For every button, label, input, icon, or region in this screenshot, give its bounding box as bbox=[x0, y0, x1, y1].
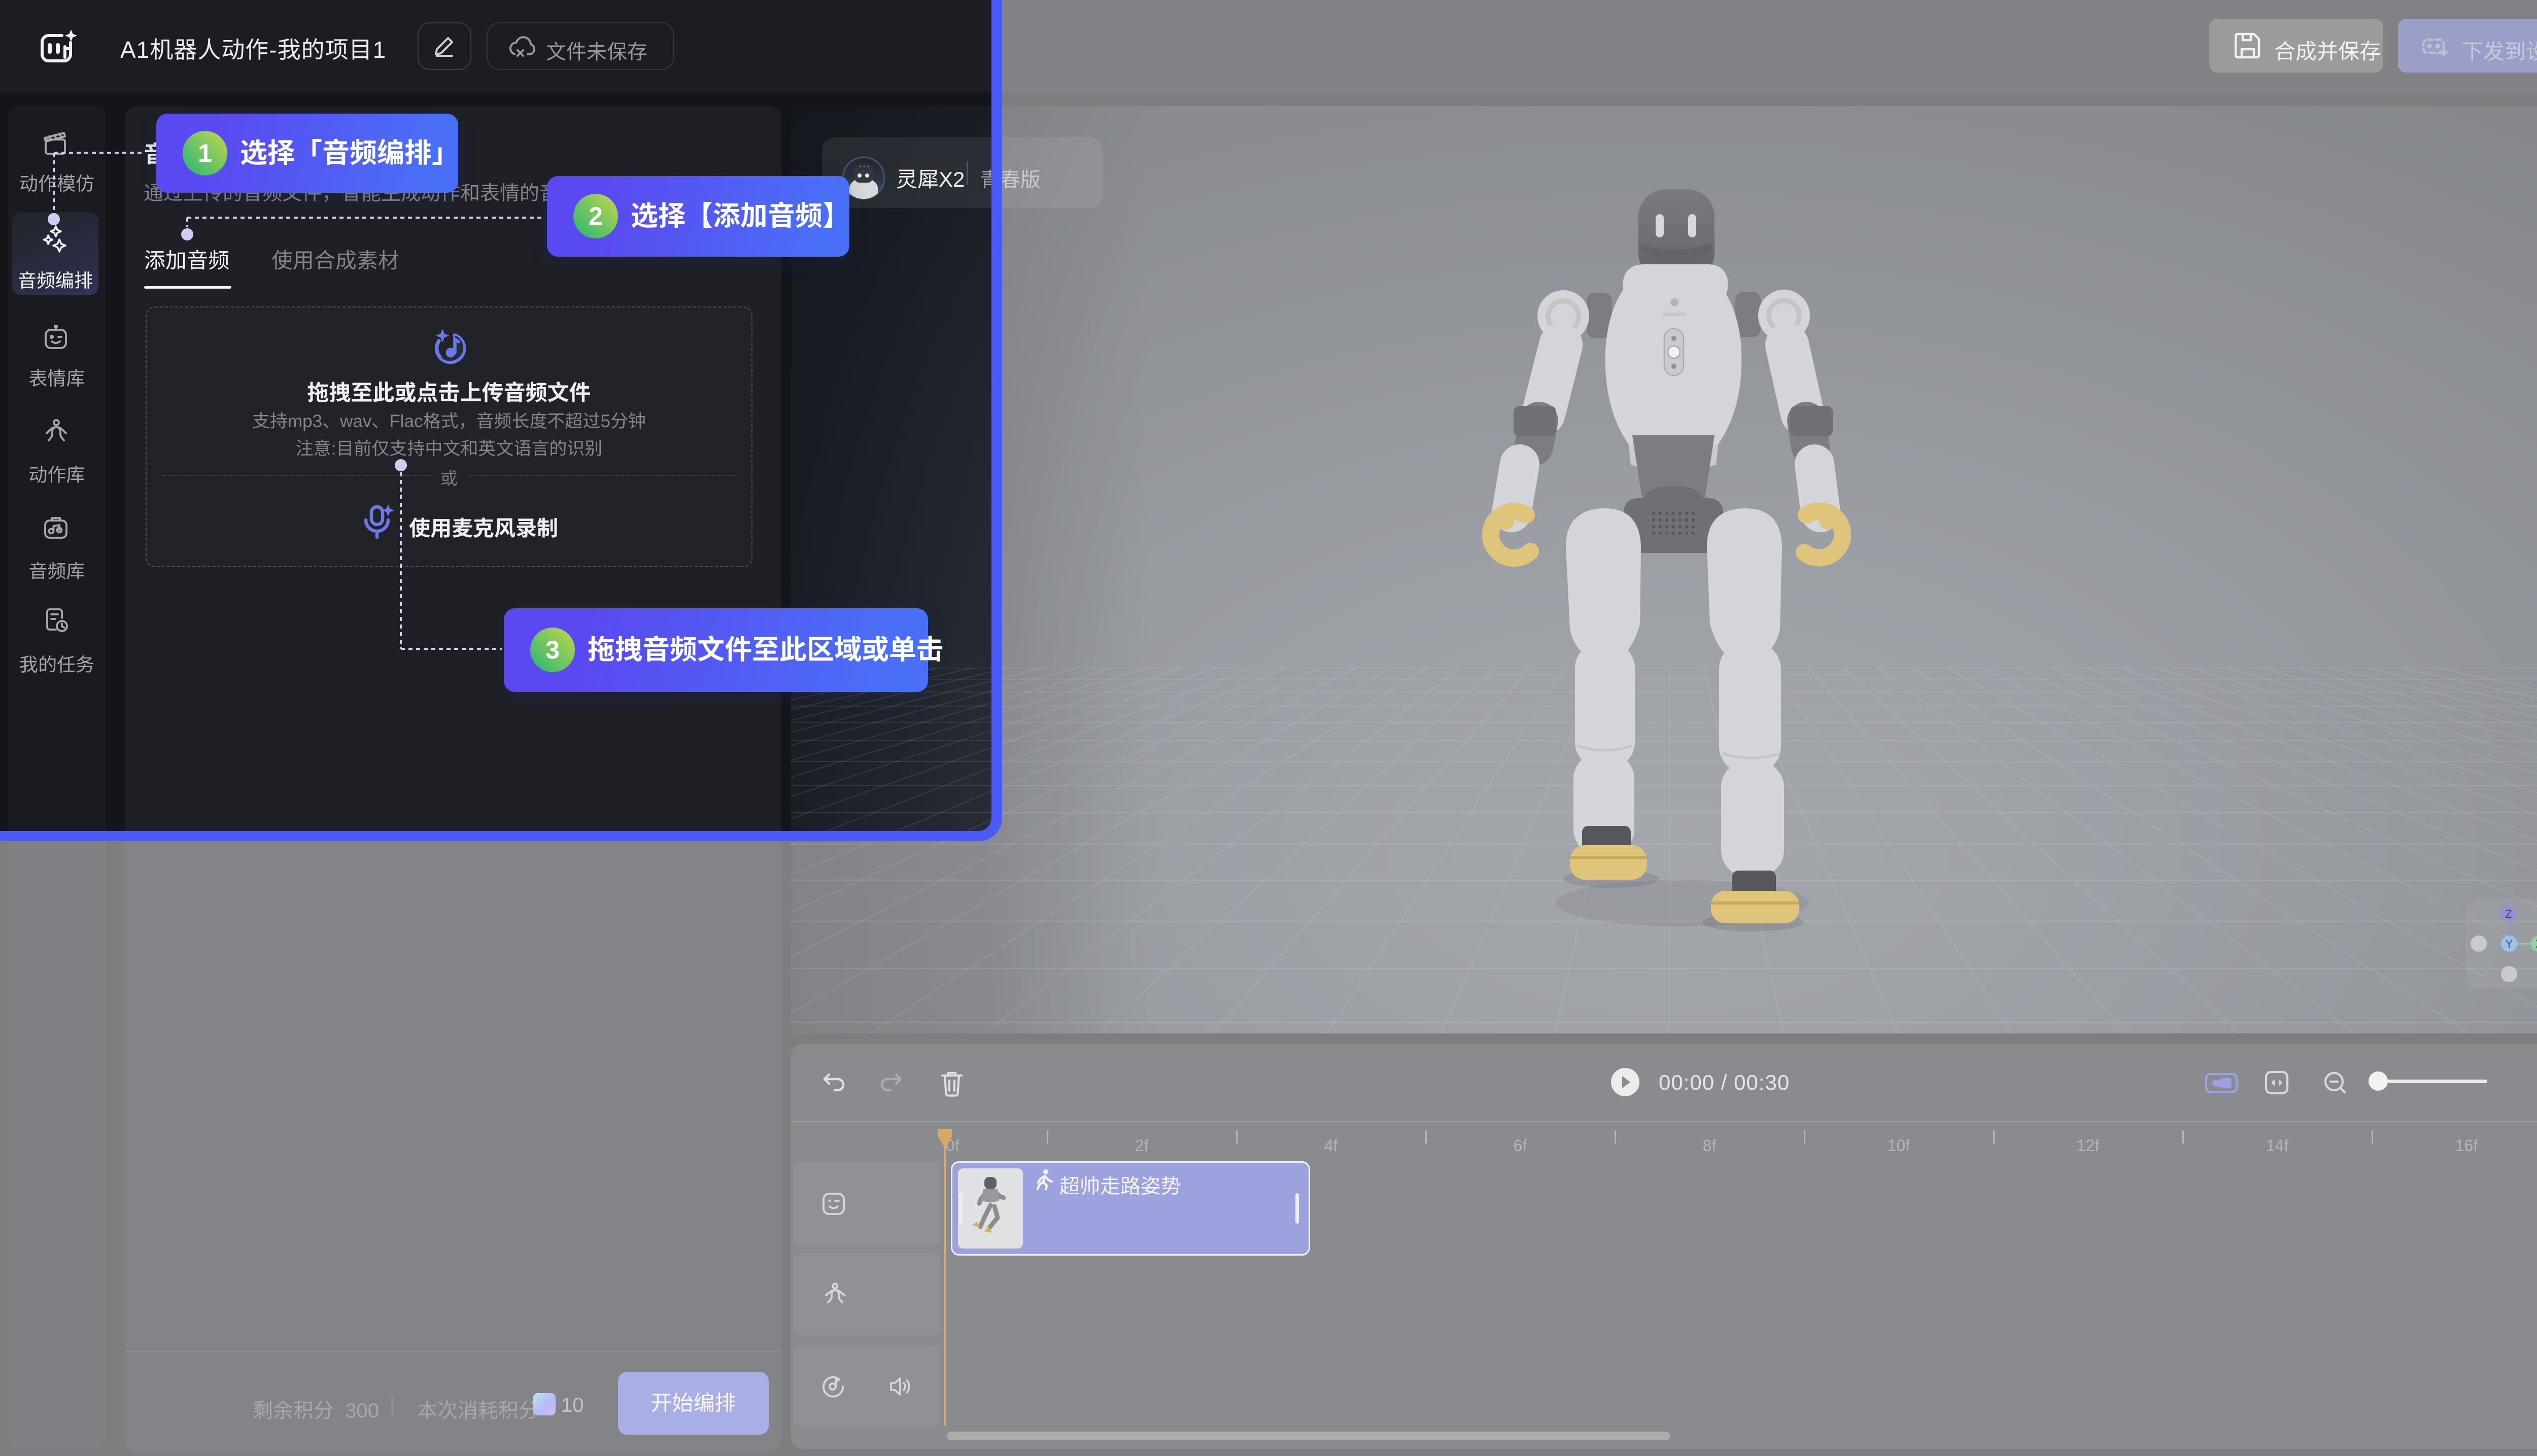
svg-text:Z: Z bbox=[2505, 908, 2512, 920]
svg-text:Y: Y bbox=[2506, 938, 2513, 950]
svg-text:X: X bbox=[2535, 938, 2537, 950]
